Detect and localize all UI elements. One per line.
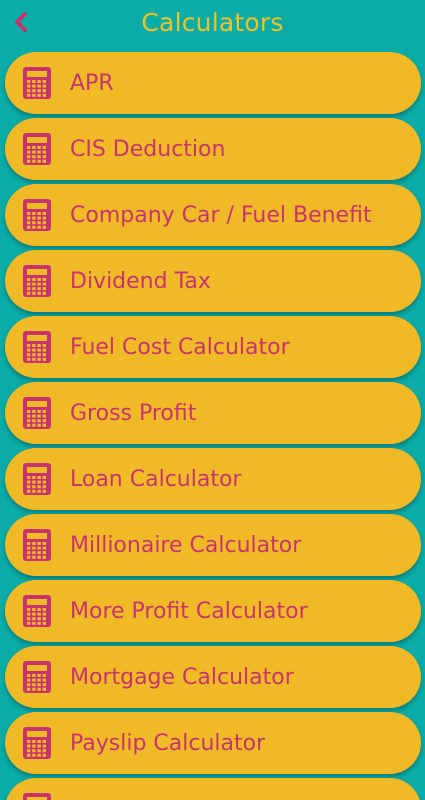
list-item-label: Company Car / Fuel Benefit [70,202,372,228]
calculator-icon [23,529,51,561]
list-item-label: More Profit Calculator [70,598,308,624]
app-header: Calculators [0,0,425,48]
list-item-more-profit[interactable]: More Profit Calculator [5,580,421,642]
calculator-icon [23,133,51,165]
calculator-icon [23,199,51,231]
list-item-loan[interactable]: Loan Calculator [5,448,421,510]
list-item-label: Mortgage Calculator [70,664,294,690]
page-title: Calculators [141,7,284,37]
calculator-icon [23,67,51,99]
list-item-partial[interactable] [5,778,421,800]
list-item-fuel-cost[interactable]: Fuel Cost Calculator [5,316,421,378]
list-item-label: Fuel Cost Calculator [70,334,290,360]
list-item-label: Payslip Calculator [70,730,266,756]
screen: Calculators APR CIS Deduction Company Ca… [0,0,425,800]
list-item-label: CIS Deduction [70,136,226,162]
list-item-label: APR [70,70,114,96]
list-item-mortgage[interactable]: Mortgage Calculator [5,646,421,708]
calculator-icon [23,265,51,297]
list-item-label: Millionaire Calculator [70,532,302,558]
list-item-dividend-tax[interactable]: Dividend Tax [5,250,421,312]
calculator-icon [23,331,51,363]
list-item-label: Dividend Tax [70,268,211,294]
list-item-millionaire[interactable]: Millionaire Calculator [5,514,421,576]
calculator-icon [23,397,51,429]
list-item-payslip[interactable]: Payslip Calculator [5,712,421,774]
list-item-apr[interactable]: APR [5,52,421,114]
back-button[interactable] [6,6,36,38]
calculator-icon [23,595,51,627]
list-item-label: Gross Profit [70,400,197,426]
list-item-company-car[interactable]: Company Car / Fuel Benefit [5,184,421,246]
calculator-icon [23,463,51,495]
list-item-cis-deduction[interactable]: CIS Deduction [5,118,421,180]
list-item-label: Loan Calculator [70,466,242,492]
calculator-icon [23,793,51,800]
chevron-left-icon [15,12,27,32]
calculator-icon [23,661,51,693]
list-item-gross-profit[interactable]: Gross Profit [5,382,421,444]
calculator-icon [23,727,51,759]
